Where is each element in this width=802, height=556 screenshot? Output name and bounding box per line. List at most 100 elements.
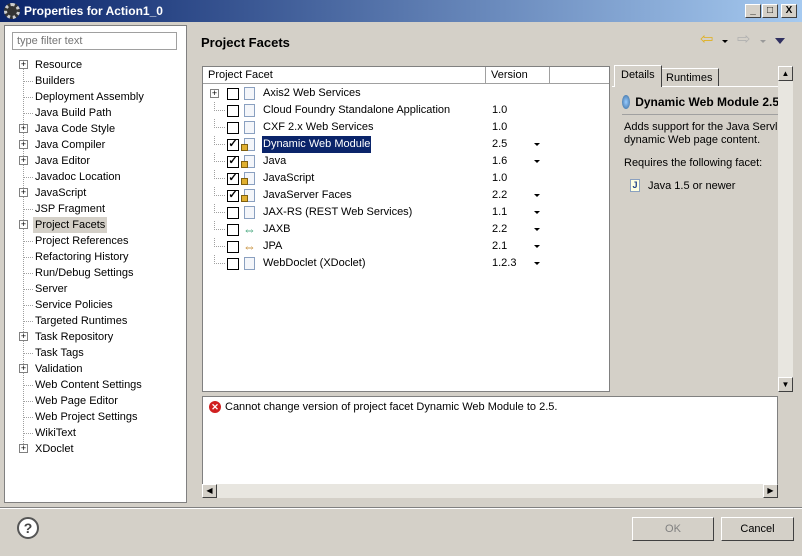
nav-item[interactable]: Task Tags bbox=[35, 345, 84, 361]
problems-horizontal-scrollbar[interactable]: ◀ ▶ bbox=[202, 484, 778, 498]
facet-icon bbox=[244, 104, 255, 117]
expand-icon[interactable]: + bbox=[19, 156, 28, 165]
nav-item[interactable]: Run/Debug Settings bbox=[35, 265, 133, 281]
facet-version[interactable]: 2.1 bbox=[492, 238, 507, 255]
table-row[interactable]: + Axis2 Web Services bbox=[203, 85, 603, 102]
scroll-up-button[interactable]: ▲ bbox=[778, 66, 793, 81]
version-dropdown-icon[interactable] bbox=[534, 228, 540, 231]
nav-item[interactable]: Targeted Runtimes bbox=[35, 313, 127, 329]
nav-item[interactable]: Validation bbox=[35, 361, 83, 377]
version-dropdown-icon[interactable] bbox=[534, 211, 540, 214]
scroll-down-button[interactable]: ▼ bbox=[778, 377, 793, 392]
nav-item[interactable]: Web Page Editor bbox=[35, 393, 118, 409]
facet-checkbox[interactable]: ✓ bbox=[227, 156, 239, 168]
table-row[interactable]: ✓ JavaServer Faces 2.2 bbox=[203, 187, 603, 204]
nav-item[interactable]: Service Policies bbox=[35, 297, 113, 313]
table-row[interactable]: CXF 2.x Web Services 1.0 bbox=[203, 119, 603, 136]
nav-item[interactable]: JSP Fragment bbox=[35, 201, 105, 217]
error-text: Cannot change version of project facet D… bbox=[225, 401, 558, 413]
cancel-button[interactable]: Cancel bbox=[721, 517, 794, 541]
minimize-button[interactable]: _ bbox=[745, 4, 761, 18]
facet-checkbox[interactable] bbox=[227, 88, 239, 100]
tree-connector bbox=[24, 321, 33, 322]
facet-checkbox[interactable] bbox=[227, 241, 239, 253]
table-row[interactable]: JAX-RS (REST Web Services) 1.1 bbox=[203, 204, 603, 221]
nav-item[interactable]: Project Facets bbox=[33, 217, 108, 233]
tree-connector bbox=[24, 433, 33, 434]
table-row[interactable]: ✓ Dynamic Web Module 2.5 bbox=[203, 135, 603, 154]
version-dropdown-icon[interactable] bbox=[534, 143, 540, 146]
tab-runtimes[interactable]: Runtimes bbox=[659, 68, 720, 88]
nav-item[interactable]: Builders bbox=[35, 73, 75, 89]
facet-version[interactable]: 2.2 bbox=[492, 221, 507, 238]
table-row[interactable]: Cloud Foundry Standalone Application 1.0 bbox=[203, 102, 603, 119]
close-button[interactable]: X bbox=[781, 4, 797, 18]
facet-version[interactable]: 1.6 bbox=[492, 153, 507, 170]
table-row[interactable]: ⇔ JPA 2.1 bbox=[203, 238, 603, 255]
nav-item[interactable]: Server bbox=[35, 281, 67, 297]
facet-checkbox[interactable]: ✓ bbox=[227, 139, 239, 151]
expand-icon[interactable]: + bbox=[19, 60, 28, 69]
nav-item[interactable]: Java Code Style bbox=[35, 121, 115, 137]
facet-version[interactable]: 1.1 bbox=[492, 204, 507, 221]
nav-item[interactable]: Javadoc Location bbox=[35, 169, 121, 185]
tree-connector bbox=[24, 385, 33, 386]
version-dropdown-icon[interactable] bbox=[534, 194, 540, 197]
view-menu-icon[interactable] bbox=[775, 38, 785, 44]
table-row[interactable]: ⇔ JAXB 2.2 bbox=[203, 221, 603, 238]
nav-item[interactable]: Web Project Settings bbox=[35, 409, 138, 425]
facet-checkbox[interactable]: ✓ bbox=[227, 190, 239, 202]
facet-checkbox[interactable]: ✓ bbox=[227, 173, 239, 185]
facet-checkbox[interactable] bbox=[227, 207, 239, 219]
expand-icon[interactable]: + bbox=[19, 444, 28, 453]
ok-button[interactable]: OK bbox=[632, 517, 714, 541]
nav-item[interactable]: Java Build Path bbox=[35, 105, 111, 121]
table-row[interactable]: ✓ JavaScript 1.0 bbox=[203, 170, 603, 187]
facet-name: WebDoclet (XDoclet) bbox=[263, 257, 366, 269]
maximize-button[interactable]: □ bbox=[762, 4, 778, 18]
forward-dropdown-icon[interactable] bbox=[760, 40, 766, 43]
nav-item[interactable]: Project References bbox=[35, 233, 129, 249]
back-dropdown-icon[interactable] bbox=[722, 40, 728, 43]
table-row[interactable]: ✓ Java 1.6 bbox=[203, 153, 603, 170]
facet-checkbox[interactable] bbox=[227, 258, 239, 270]
version-dropdown-icon[interactable] bbox=[534, 160, 540, 163]
nav-item[interactable]: Deployment Assembly bbox=[35, 89, 144, 105]
nav-item[interactable]: Web Content Settings bbox=[35, 377, 142, 393]
facet-checkbox[interactable] bbox=[227, 224, 239, 236]
expand-icon[interactable]: + bbox=[19, 364, 28, 373]
column-header-facet[interactable]: Project Facet bbox=[203, 67, 486, 84]
expand-icon[interactable]: + bbox=[19, 188, 28, 197]
column-header-version[interactable]: Version bbox=[486, 67, 550, 84]
version-dropdown-icon[interactable] bbox=[534, 262, 540, 265]
facet-checkbox[interactable] bbox=[227, 105, 239, 117]
help-button[interactable]: ? bbox=[17, 517, 39, 539]
facet-checkbox[interactable] bbox=[227, 122, 239, 134]
scroll-left-button[interactable]: ◀ bbox=[202, 484, 217, 498]
nav-item[interactable]: Task Repository bbox=[35, 329, 113, 345]
nav-item[interactable]: Resource bbox=[35, 57, 82, 73]
nav-item[interactable]: JavaScript bbox=[35, 185, 86, 201]
tree-connector bbox=[24, 401, 33, 402]
back-arrow-icon[interactable]: ⇦ bbox=[700, 32, 718, 48]
version-dropdown-icon[interactable] bbox=[534, 245, 540, 248]
nav-item[interactable]: WikiText bbox=[35, 425, 76, 441]
scroll-right-button[interactable]: ▶ bbox=[763, 484, 778, 498]
filter-input[interactable] bbox=[12, 32, 177, 50]
expand-icon[interactable]: + bbox=[19, 140, 28, 149]
expand-icon[interactable]: + bbox=[19, 332, 28, 341]
nav-item[interactable]: Java Compiler bbox=[35, 137, 105, 153]
nav-item[interactable]: XDoclet bbox=[35, 441, 74, 457]
nav-item[interactable]: Refactoring History bbox=[35, 249, 129, 265]
details-vertical-scrollbar[interactable]: ▲ ▼ bbox=[778, 66, 793, 392]
expand-icon[interactable]: + bbox=[19, 220, 28, 229]
table-row[interactable]: WebDoclet (XDoclet) 1.2.3 bbox=[203, 255, 603, 272]
tab-details[interactable]: Details bbox=[614, 65, 662, 87]
forward-arrow-icon[interactable]: ⇨ bbox=[737, 32, 755, 48]
expand-icon[interactable]: + bbox=[19, 124, 28, 133]
expand-icon[interactable]: + bbox=[210, 89, 219, 98]
nav-item[interactable]: Java Editor bbox=[35, 153, 90, 169]
facet-version[interactable]: 2.2 bbox=[492, 187, 507, 204]
facet-version[interactable]: 1.2.3 bbox=[492, 255, 516, 272]
facet-version[interactable]: 2.5 bbox=[492, 136, 507, 153]
